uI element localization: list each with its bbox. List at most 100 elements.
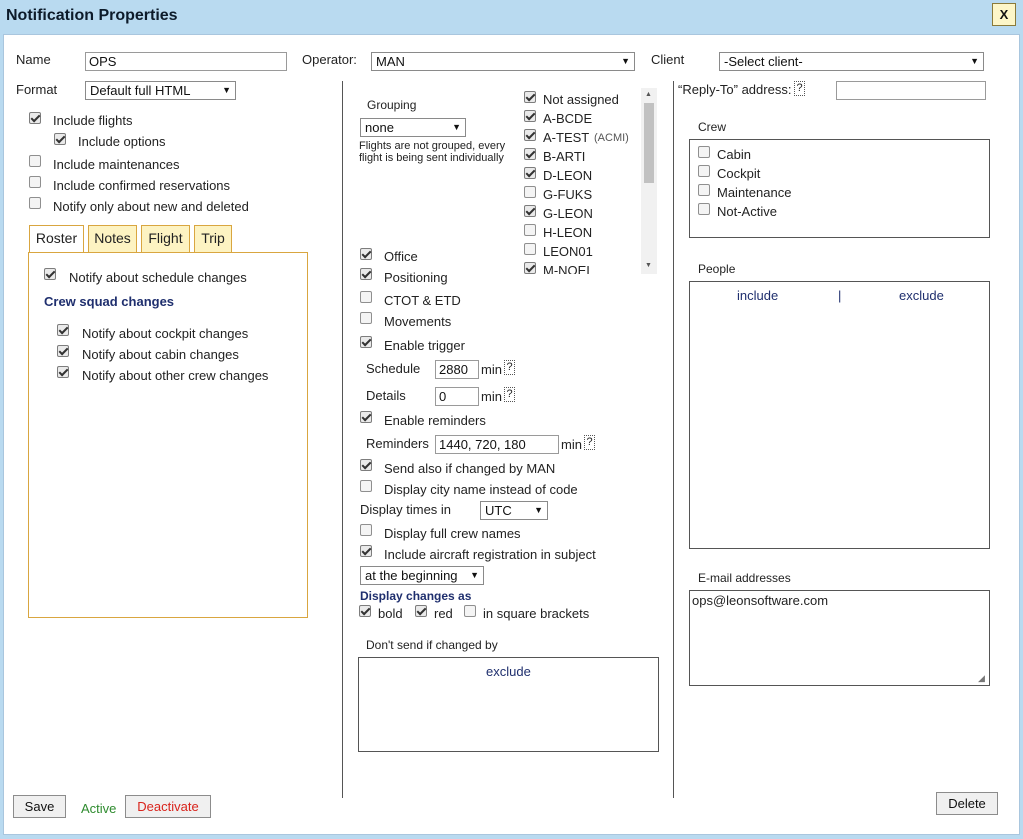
notify-cabin-label: Notify about cabin changes xyxy=(82,347,239,362)
notify-new-deleted-checkbox[interactable] xyxy=(29,197,41,209)
notify-other-crew-checkbox[interactable] xyxy=(57,366,69,378)
include-flights-label: Include flights xyxy=(53,113,133,128)
square-brackets-checkbox[interactable] xyxy=(464,605,476,617)
enable-trigger-checkbox[interactable] xyxy=(360,336,372,348)
email-label: E-mail addresses xyxy=(698,571,791,585)
include-flights-checkbox[interactable] xyxy=(29,112,41,124)
notify-new-deleted-label: Notify only about new and deleted xyxy=(53,199,249,214)
notify-cabin-checkbox[interactable] xyxy=(57,345,69,357)
aircraft-checkbox-g-fuks[interactable] xyxy=(524,186,536,198)
details-unit: min xyxy=(481,389,502,404)
chevron-down-icon: ▼ xyxy=(534,505,543,515)
reminders-input[interactable]: 1440, 720, 180 xyxy=(435,435,559,454)
grouping-label: Grouping xyxy=(367,98,417,112)
tab-notes[interactable]: Notes xyxy=(88,225,137,252)
tab-flight[interactable]: Flight xyxy=(141,225,190,252)
aircraft-list-scrollbar[interactable]: ▲ ▼ xyxy=(641,88,657,274)
aircraft-checkbox-leon01[interactable] xyxy=(524,243,536,255)
title-bar: Notification Properties X xyxy=(0,0,1023,32)
include-options-checkbox[interactable] xyxy=(54,133,66,145)
movements-checkbox[interactable] xyxy=(360,312,372,324)
aircraft-checkbox-a-bcde[interactable] xyxy=(524,110,536,122)
enable-reminders-label: Enable reminders xyxy=(384,413,486,428)
display-times-label: Display times in xyxy=(360,502,452,517)
aircraft-label: G-FUKS xyxy=(543,187,593,202)
format-select[interactable]: Default full HTML ▼ xyxy=(85,81,236,100)
help-icon[interactable]: ? xyxy=(584,435,595,450)
office-label: Office xyxy=(384,249,418,264)
red-checkbox[interactable] xyxy=(415,605,427,617)
name-input[interactable]: OPS xyxy=(85,52,287,71)
red-label: red xyxy=(434,606,453,621)
ctot-etd-checkbox[interactable] xyxy=(360,291,372,303)
display-full-crew-checkbox[interactable] xyxy=(360,524,372,536)
aircraft-label: A-BCDE xyxy=(543,111,593,126)
aircraft-checkbox-not-assigned[interactable] xyxy=(524,91,536,103)
send-if-changed-checkbox[interactable] xyxy=(360,459,372,471)
aircraft-checkbox-d-leon[interactable] xyxy=(524,167,536,179)
grouping-note: Flights are not grouped, every flight is… xyxy=(359,140,506,164)
aircraft-checkbox-b-arti[interactable] xyxy=(524,148,536,160)
people-include-link[interactable]: include xyxy=(737,288,778,303)
crew-not-active-checkbox[interactable] xyxy=(698,203,710,215)
registration-position-value: at the beginning xyxy=(365,568,458,583)
notify-other-crew-label: Notify about other crew changes xyxy=(82,368,269,383)
reply-to-input[interactable] xyxy=(836,81,986,100)
scroll-down-icon[interactable]: ▼ xyxy=(645,262,652,269)
crew-maintenance-checkbox[interactable] xyxy=(698,184,710,196)
help-icon[interactable]: ? xyxy=(504,360,515,375)
display-city-checkbox[interactable] xyxy=(360,480,372,492)
square-brackets-label: in square brackets xyxy=(483,606,590,621)
help-icon[interactable]: ? xyxy=(794,81,805,96)
dont-send-exclude-link[interactable]: exclude xyxy=(486,664,531,679)
resize-handle-icon[interactable]: ◢ xyxy=(978,674,985,683)
enable-reminders-checkbox[interactable] xyxy=(360,411,372,423)
status-badge: Active xyxy=(81,801,117,816)
name-label: Name xyxy=(16,52,51,67)
grouping-select[interactable]: none ▼ xyxy=(360,118,466,137)
aircraft-checkbox-h-leon[interactable] xyxy=(524,224,536,236)
client-select[interactable]: -Select client- ▼ xyxy=(719,52,984,71)
include-maintenances-label: Include maintenances xyxy=(53,157,180,172)
details-input[interactable]: 0 xyxy=(435,387,479,406)
display-times-select[interactable]: UTC ▼ xyxy=(480,501,548,520)
client-label: Client xyxy=(651,52,685,67)
client-value: -Select client- xyxy=(724,54,803,69)
operator-select[interactable]: MAN ▼ xyxy=(371,52,635,71)
notify-schedule-checkbox[interactable] xyxy=(44,268,56,280)
registration-position-select[interactable]: at the beginning ▼ xyxy=(360,566,484,585)
notification-properties-window: Notification Properties X Name OPS Opera… xyxy=(0,0,1023,839)
crew-cabin-checkbox[interactable] xyxy=(698,146,710,158)
aircraft-checkbox-g-leon[interactable] xyxy=(524,205,536,217)
people-exclude-link[interactable]: exclude xyxy=(899,288,944,303)
email-textarea[interactable]: ops@leonsoftware.com ◢ xyxy=(689,590,990,686)
scroll-up-icon[interactable]: ▲ xyxy=(645,91,652,98)
movements-label: Movements xyxy=(384,314,452,329)
include-maintenances-checkbox[interactable] xyxy=(29,155,41,167)
notify-cockpit-checkbox[interactable] xyxy=(57,324,69,336)
bold-checkbox[interactable] xyxy=(359,605,371,617)
dont-send-box[interactable]: exclude xyxy=(358,657,659,752)
crew-cockpit-checkbox[interactable] xyxy=(698,165,710,177)
aircraft-label: A-TEST xyxy=(543,130,590,145)
office-checkbox[interactable] xyxy=(360,248,372,260)
crew-box: Cabin Cockpit Maintenance Not-Active xyxy=(689,139,990,238)
aircraft-checkbox-m-noel[interactable] xyxy=(524,262,536,274)
include-confirmed-reservations-checkbox[interactable] xyxy=(29,176,41,188)
aircraft-checkbox-a-test[interactable] xyxy=(524,129,536,141)
delete-button[interactable]: Delete xyxy=(936,792,998,815)
save-button[interactable]: Save xyxy=(13,795,66,818)
help-icon[interactable]: ? xyxy=(504,387,515,402)
crew-label: Crew xyxy=(698,120,727,134)
chevron-down-icon: ▼ xyxy=(970,56,979,66)
window-title: Notification Properties xyxy=(6,7,178,24)
schedule-input[interactable]: 2880 xyxy=(435,360,479,379)
tab-roster[interactable]: Roster xyxy=(29,225,84,253)
aircraft-list[interactable]: Not assigned A-BCDE A-TEST (ACMI) B-ARTI… xyxy=(516,88,658,274)
tab-trip[interactable]: Trip xyxy=(194,225,232,252)
positioning-checkbox[interactable] xyxy=(360,268,372,280)
close-button[interactable]: X xyxy=(992,3,1016,26)
scrollbar-thumb[interactable] xyxy=(644,103,654,183)
include-registration-checkbox[interactable] xyxy=(360,545,372,557)
deactivate-button[interactable]: Deactivate xyxy=(125,795,211,818)
